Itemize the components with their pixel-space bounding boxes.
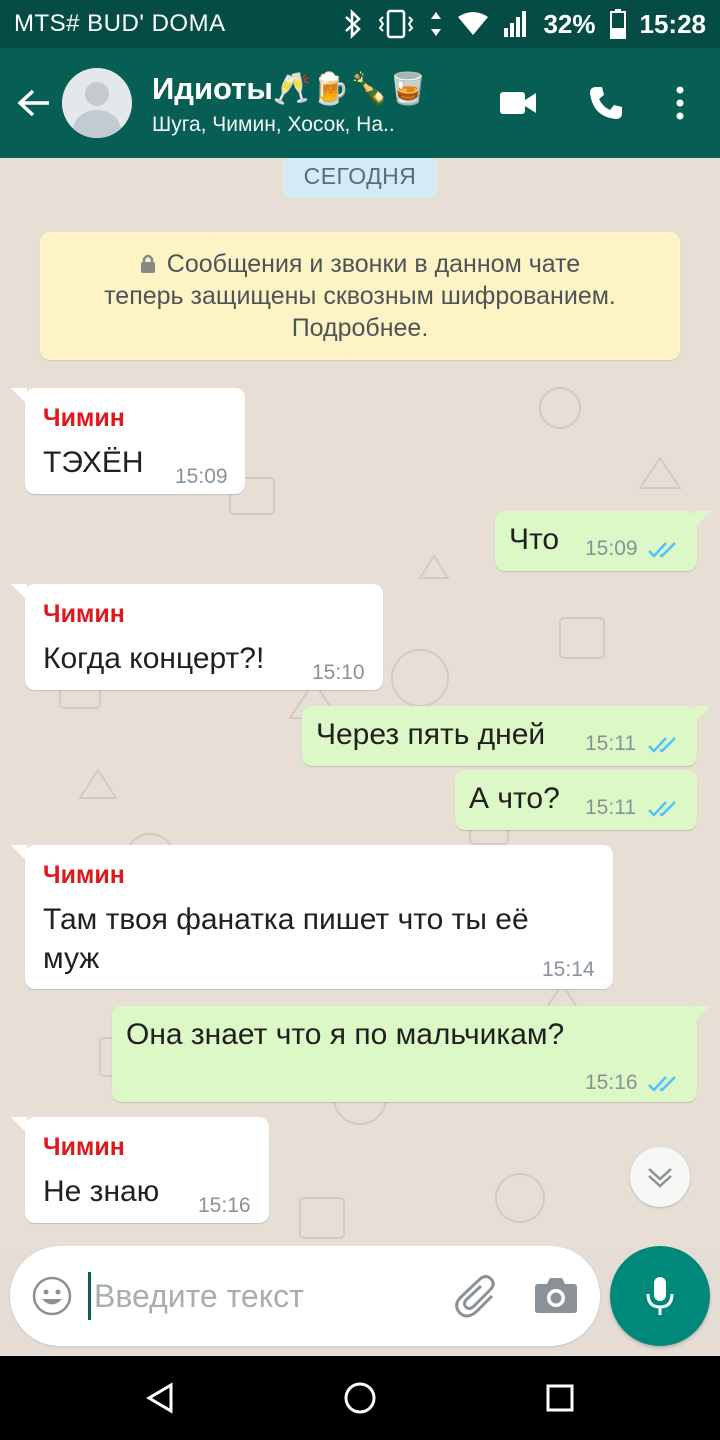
message-time: 15:14 xyxy=(542,958,595,981)
message-outgoing[interactable]: Она знает что я по мальчикам? 15:16 xyxy=(112,1006,711,1102)
wifi-icon xyxy=(458,12,489,35)
message-outgoing[interactable]: А что? 15:11 xyxy=(455,770,697,830)
paperclip-icon xyxy=(455,1275,495,1318)
message-time: 15:10 xyxy=(312,661,365,684)
more-vert-icon xyxy=(676,86,684,120)
message-outgoing[interactable]: Через пять дней 15:11 xyxy=(302,706,711,766)
scroll-to-bottom-button[interactable] xyxy=(630,1147,690,1207)
vibrate-icon xyxy=(379,9,414,39)
read-ticks-icon xyxy=(648,737,676,753)
nav-recents-button[interactable] xyxy=(520,1356,600,1440)
data-arrows-icon xyxy=(431,12,442,36)
signal-icon xyxy=(504,11,527,37)
message-text: Не знаю xyxy=(43,1175,160,1208)
back-arrow-icon xyxy=(17,89,49,117)
message-text: Через пять дней xyxy=(316,718,546,751)
message-time: 15:09 xyxy=(585,537,638,560)
nav-home-button[interactable] xyxy=(320,1356,400,1440)
message-text: ТЭХЁН xyxy=(43,446,144,479)
video-call-icon xyxy=(500,92,536,114)
message-incoming[interactable]: Чимин Там твоя фанатка пишет что ты её м… xyxy=(11,845,613,989)
nav-recents-icon xyxy=(546,1384,574,1412)
lock-icon xyxy=(140,254,155,273)
status-bar: MTS# BUD' DOMA 32% 15:28 xyxy=(0,0,720,48)
message-incoming[interactable]: Чимин ТЭХЁН 15:09 xyxy=(11,388,245,494)
battery-icon xyxy=(609,9,626,39)
chevron-down-icon xyxy=(648,1168,672,1188)
microphone-icon xyxy=(646,1277,674,1315)
message-time: 15:16 xyxy=(585,1071,638,1094)
group-avatar[interactable] xyxy=(62,68,132,138)
message-time: 15:16 xyxy=(198,1194,251,1217)
phone-icon xyxy=(590,87,622,119)
chat-header: Идиоты🥂🍺🍾🥃 Шуга, Чимин, Хосок, На.. xyxy=(0,48,720,158)
message-text-line2: муж xyxy=(43,942,100,975)
attach-button[interactable] xyxy=(454,1274,500,1325)
system-navigation-bar xyxy=(0,1356,720,1440)
voice-call-button[interactable] xyxy=(562,48,650,158)
message-time: 15:11 xyxy=(585,732,636,755)
message-time: 15:11 xyxy=(585,796,636,819)
clock: 15:28 xyxy=(639,8,707,39)
bluetooth-icon xyxy=(345,9,362,39)
video-call-button[interactable] xyxy=(474,48,562,158)
encryption-text-line1: Сообщения и звонки в данном чате xyxy=(166,250,581,278)
emoji-icon xyxy=(32,1276,72,1316)
text-cursor xyxy=(88,1272,91,1320)
camera-icon xyxy=(535,1278,577,1313)
chat-members: Шуга, Чимин, Хосок, На.. xyxy=(152,112,395,136)
message-text: А что? xyxy=(469,782,560,815)
message-incoming[interactable]: Чимин Не знаю 15:16 xyxy=(11,1117,269,1223)
emoji-button[interactable] xyxy=(32,1276,72,1321)
message-text: Что xyxy=(509,523,560,556)
message-text: Когда концерт?! xyxy=(43,642,265,675)
message-incoming[interactable]: Чимин Когда концерт?! 15:10 xyxy=(11,584,383,690)
sender-name[interactable]: Чимин xyxy=(43,1133,125,1162)
nav-home-icon xyxy=(344,1382,376,1414)
read-ticks-icon xyxy=(648,1076,676,1092)
back-button[interactable] xyxy=(6,48,62,158)
battery-percent: 32% xyxy=(543,8,596,39)
message-text-line1: Там твоя фанатка пишет что ты её xyxy=(43,903,529,936)
message-outgoing[interactable]: Что 15:09 xyxy=(495,511,711,571)
chat-info[interactable]: Идиоты🥂🍺🍾🥃 Шуга, Чимин, Хосок, На.. xyxy=(152,70,474,137)
read-ticks-icon xyxy=(648,801,676,817)
more-options-button[interactable] xyxy=(650,48,710,158)
voice-message-button[interactable] xyxy=(610,1246,710,1346)
chat-title: Идиоты🥂🍺🍾🥃 xyxy=(152,70,428,106)
nav-back-button[interactable] xyxy=(120,1356,200,1440)
camera-button[interactable] xyxy=(534,1276,578,1319)
encryption-text-line2: теперь защищены сквозным шифрованием. xyxy=(104,282,616,310)
message-time: 15:09 xyxy=(175,465,228,488)
nav-back-icon xyxy=(146,1382,173,1414)
read-ticks-icon xyxy=(648,542,676,558)
message-input[interactable] xyxy=(94,1271,434,1321)
sender-name[interactable]: Чимин xyxy=(43,861,125,890)
encryption-learn-more[interactable]: Подробнее. xyxy=(40,312,680,344)
composer xyxy=(10,1246,600,1346)
carrier-name: MTS# BUD' DOMA xyxy=(14,10,226,37)
sender-name[interactable]: Чимин xyxy=(43,404,125,433)
sender-name[interactable]: Чимин xyxy=(43,600,125,629)
message-list[interactable]: СЕГОДНЯ Сообщения и звонки в данном чате… xyxy=(0,158,720,1248)
encryption-notice[interactable]: Сообщения и звонки в данном чате теперь … xyxy=(40,232,680,360)
message-text: Она знает что я по мальчикам? xyxy=(126,1018,565,1051)
date-separator: СЕГОДНЯ xyxy=(283,158,437,198)
